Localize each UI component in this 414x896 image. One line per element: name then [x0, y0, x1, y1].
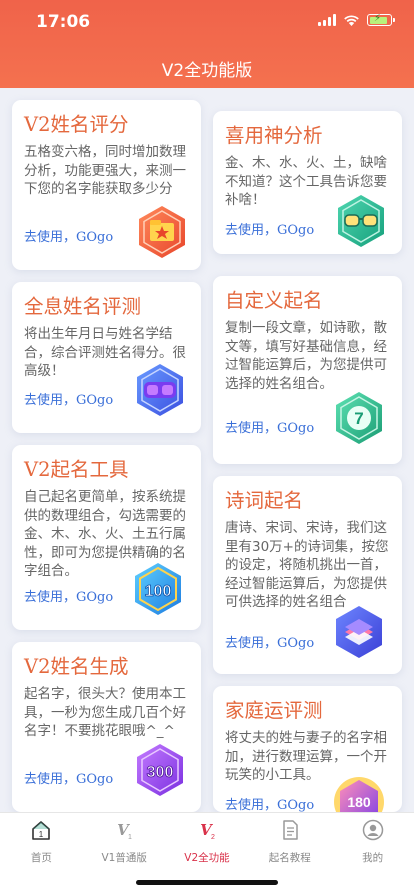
- go-use-link[interactable]: 去使用，GOgo: [225, 417, 314, 436]
- document-icon: [283, 820, 298, 840]
- svg-text:1: 1: [128, 834, 132, 841]
- card-description: 唐诗、宋词、宋诗，我们这里有30万+的诗词集，按您的设定，将随机挑出一首，经过智…: [225, 520, 389, 610]
- v2-icon: V 2: [200, 821, 215, 841]
- vr-goggles-badge-icon: [137, 364, 183, 416]
- svg-text:180: 180: [347, 794, 371, 810]
- go-use-link[interactable]: 去使用，GOgo: [24, 226, 113, 245]
- tab-label: 首页: [30, 852, 52, 864]
- status-icons: ⚡: [318, 13, 395, 26]
- svg-text:300: 300: [147, 764, 174, 781]
- status-bar: 17:06 ⚡: [0, 0, 414, 44]
- cellular-signal-icon: [318, 14, 336, 26]
- card-poetry-naming[interactable]: 诗词起名 唐诗、宋词、宋诗，我们这里有30万+的诗词集，按您的设定，将随机挑出一…: [213, 476, 402, 674]
- tab-v2-full[interactable]: V 2 V2全功能: [166, 819, 249, 865]
- tab-label: 起名教程: [268, 852, 311, 864]
- card-family-fortune-test[interactable]: 家庭运评测 将丈夫的姓与妻子的名字相加，进行数理运算，一个开玩笑的小工具。 去使…: [213, 686, 402, 827]
- book-stack-badge-icon: [336, 606, 382, 658]
- home-indicator: [136, 880, 278, 885]
- card-v2-name-score[interactable]: V2姓名评分 五格变六格，同时增加数理分析，功能更强大，来测一下您的名字能获取多…: [12, 100, 201, 270]
- card-custom-naming[interactable]: 自定义起名 复制一段文章，如诗歌，散文等，填写好基础信息，经过智能运算后，为您提…: [213, 276, 402, 464]
- svg-text:7: 7: [354, 409, 363, 428]
- app-header: 17:06 ⚡ V2全功能版: [0, 0, 414, 88]
- svg-text:2: 2: [211, 834, 215, 841]
- glasses-badge-icon: [338, 195, 384, 247]
- card-title: V2姓名生成: [24, 655, 129, 678]
- go-use-link[interactable]: 去使用，GOgo: [24, 768, 113, 787]
- battery-charging-icon: ⚡: [367, 13, 395, 26]
- go-use-link[interactable]: 去使用，GOgo: [24, 586, 113, 605]
- card-title: 自定义起名: [225, 289, 323, 312]
- svg-text:1: 1: [39, 830, 44, 839]
- go-use-link[interactable]: 去使用，GOgo: [225, 219, 314, 238]
- card-title: V2起名工具: [24, 458, 129, 481]
- card-title: 诗词起名: [225, 489, 304, 512]
- 100-badge-icon: 100: [135, 563, 181, 615]
- tab-naming-tutorial[interactable]: 起名教程: [248, 819, 331, 865]
- v1-icon: V 1: [117, 821, 132, 841]
- card-description: 五格变六格，同时增加数理分析，功能更强大，来测一下您的名字能获取多少分: [24, 144, 186, 197]
- home-icon: 1: [32, 821, 51, 840]
- card-title: 家庭运评测: [225, 699, 323, 722]
- card-v2-naming-tool[interactable]: V2起名工具 自己起名更简单，按系统提供的数理组合，勾选需要的金、木、水、火、土…: [12, 445, 201, 630]
- tab-me[interactable]: 我的: [331, 819, 414, 865]
- go-use-link[interactable]: 去使用，GOgo: [24, 389, 113, 408]
- card-favorable-element-analysis[interactable]: 喜用神分析 金、木、水、火、土，缺啥不知道？这个工具告诉您要补啥！ 去使用，GO…: [213, 111, 402, 254]
- user-icon: [362, 819, 383, 841]
- folder-star-badge-icon: [139, 206, 185, 258]
- card-title: V2姓名评分: [24, 113, 129, 136]
- 300-badge-icon: 300: [137, 744, 183, 796]
- card-title: 喜用神分析: [225, 124, 323, 147]
- page-title: V2全功能版: [161, 61, 253, 81]
- tab-label: 我的: [362, 852, 384, 864]
- tab-label: V2全功能: [184, 852, 230, 864]
- wifi-icon: [344, 15, 359, 26]
- card-holographic-name-test[interactable]: 全息姓名评测 将出生年月日与姓名学结合，综合评测姓名得分。很高级！ 去使用，GO…: [12, 282, 201, 433]
- number-7-badge-icon: 7: [336, 392, 382, 444]
- go-use-link[interactable]: 去使用，GOgo: [225, 632, 314, 651]
- card-description: 复制一段文章，如诗歌，散文等，填写好基础信息，经过智能运算后，为您提供可选择的姓…: [225, 320, 387, 392]
- tab-v1-standard[interactable]: V 1 V1普通版: [83, 819, 166, 865]
- card-title: 全息姓名评测: [24, 295, 142, 318]
- card-v2-name-generator[interactable]: V2姓名生成 起名字，很头大？使用本工具，一秒为您生成几百个好名字！不要挑花眼哦…: [12, 642, 201, 812]
- tab-label: V1普通版: [101, 852, 147, 864]
- go-use-link[interactable]: 去使用，GOgo: [225, 794, 314, 813]
- status-time: 17:06: [36, 12, 91, 32]
- card-description: 起名字，很头大？使用本工具，一秒为您生成几百个好名字！不要挑花眼哦^_^: [24, 686, 186, 739]
- tab-home[interactable]: 1 首页: [0, 819, 83, 865]
- svg-text:100: 100: [145, 583, 172, 600]
